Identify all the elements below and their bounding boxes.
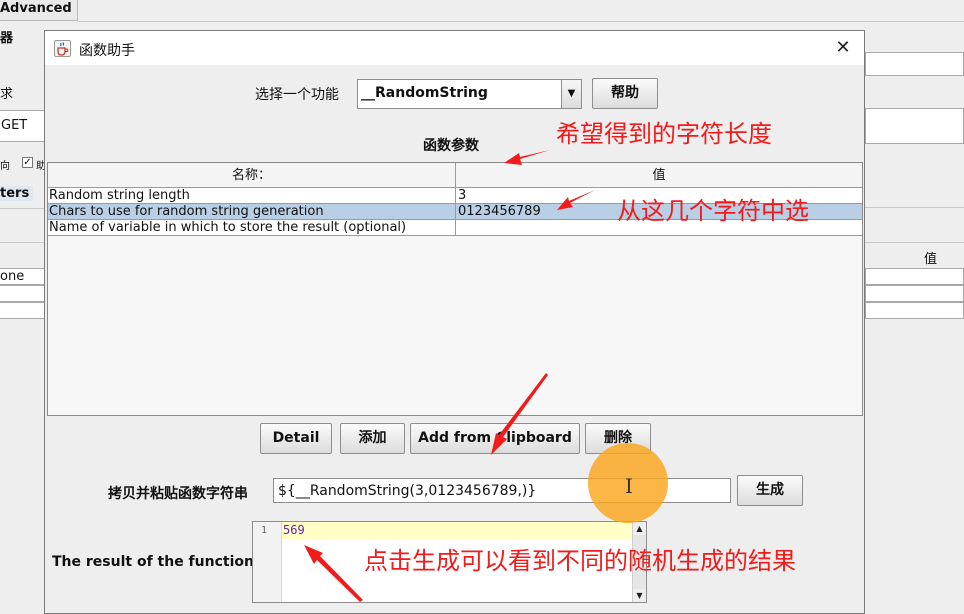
- current-line-highlight: [282, 522, 632, 539]
- select-function-label: 选择一个功能: [255, 87, 339, 103]
- background-table-row[interactable]: [0, 285, 46, 302]
- background-tab-parameters[interactable]: ters: [0, 186, 34, 201]
- background-divider: [865, 207, 964, 208]
- background-checkbox[interactable]: ✓: [22, 157, 33, 168]
- result-label: The result of the function is: [52, 554, 272, 570]
- background-field[interactable]: [865, 52, 964, 76]
- column-header-name[interactable]: 名称：: [48, 163, 455, 188]
- background-table-row[interactable]: [865, 285, 964, 302]
- background-divider: [0, 208, 44, 209]
- add-from-clipboard-button[interactable]: Add from Clipboard: [410, 423, 580, 454]
- scroll-down-icon[interactable]: ▼: [633, 589, 646, 602]
- help-button[interactable]: 帮助: [592, 78, 658, 109]
- function-parameters-title: 函数参数: [423, 138, 479, 154]
- line-number: 1: [261, 525, 268, 536]
- generate-button[interactable]: 生成: [737, 475, 803, 506]
- add-button[interactable]: 添加: [340, 423, 405, 454]
- line-number-gutter: 1: [253, 522, 282, 602]
- background-method-value: GET: [1, 118, 28, 133]
- background-table-row[interactable]: [865, 268, 964, 285]
- column-header-value[interactable]: 值: [456, 163, 862, 188]
- chevron-down-icon[interactable]: ▼: [561, 80, 581, 108]
- column-separator: [455, 163, 456, 236]
- detail-button[interactable]: Detail: [260, 423, 332, 454]
- java-cup-icon: [54, 40, 71, 57]
- text-cursor-icon: I: [625, 474, 633, 498]
- scroll-up-icon[interactable]: ▲: [633, 522, 646, 535]
- param-name-cell: Chars to use for random string generatio…: [49, 204, 324, 219]
- background-table-row[interactable]: one: [0, 268, 46, 285]
- background-table-row[interactable]: [865, 302, 964, 319]
- result-value: 569: [283, 523, 305, 537]
- background-label-fragment: 求: [0, 87, 14, 102]
- param-name-cell: Random string length: [49, 188, 190, 203]
- background-column-value: 值: [924, 252, 938, 267]
- background-tab-advanced[interactable]: Advanced: [0, 0, 78, 21]
- dialog-title: 函数助手: [79, 43, 135, 59]
- background-table-row[interactable]: [0, 302, 46, 319]
- annotation-generate-note: 点击生成可以看到不同的随机生成的结果: [364, 547, 796, 575]
- function-select[interactable]: __RandomString ▼: [357, 79, 582, 109]
- background-label-fragment: 器: [0, 31, 14, 46]
- background-method-field[interactable]: GET: [0, 110, 46, 142]
- background-divider: [0, 242, 44, 243]
- function-string-label: 拷贝并粘贴函数字符串: [108, 486, 248, 502]
- background-divider: [865, 242, 964, 243]
- background-row-text: one: [0, 269, 25, 284]
- dialog-titlebar[interactable]: 函数助手 ✕: [45, 31, 864, 65]
- function-select-value: __RandomString: [361, 85, 488, 101]
- annotation-length-note: 希望得到的字符长度: [556, 120, 772, 148]
- background-tab-advanced-label: Advanced: [0, 1, 72, 16]
- background-label-fragment: 向: [0, 161, 10, 172]
- background-divider: [78, 21, 964, 22]
- background-field[interactable]: [865, 108, 964, 144]
- annotation-chars-note: 从这几个字符中选: [617, 197, 809, 225]
- param-name-cell: Name of variable in which to store the r…: [49, 220, 407, 235]
- close-icon[interactable]: ✕: [832, 37, 854, 59]
